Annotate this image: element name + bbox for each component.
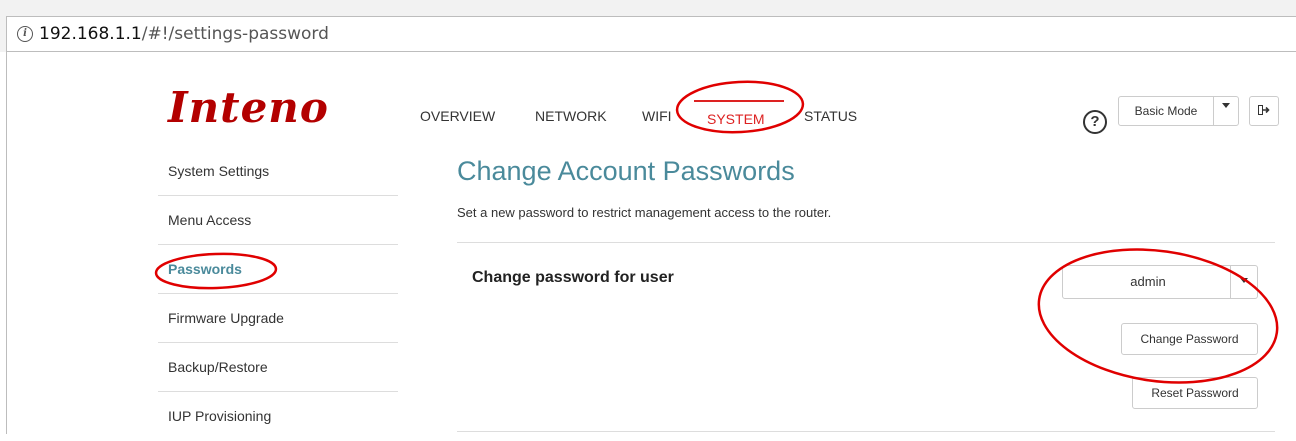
nav-system[interactable]: SYSTEM xyxy=(707,111,765,127)
nav-active-indicator xyxy=(694,100,784,102)
sidebar-item-menu-access[interactable]: Menu Access xyxy=(158,196,398,245)
sidebar-item-backup-restore[interactable]: Backup/Restore xyxy=(158,343,398,392)
mode-dropdown-toggle[interactable] xyxy=(1213,96,1239,126)
info-icon[interactable]: i xyxy=(17,26,33,42)
logout-icon xyxy=(1258,105,1270,116)
help-icon[interactable]: ? xyxy=(1083,110,1107,134)
divider xyxy=(457,431,1275,432)
logout-button[interactable] xyxy=(1249,96,1279,126)
nav-network[interactable]: NETWORK xyxy=(535,108,607,124)
page-description: Set a new password to restrict managemen… xyxy=(457,205,832,220)
url-host: 192.168.1.1 xyxy=(39,24,142,44)
reset-password-button[interactable]: Reset Password xyxy=(1132,377,1258,409)
nav-wifi[interactable]: WIFI xyxy=(642,108,672,124)
user-select-value: admin xyxy=(1130,274,1166,289)
divider xyxy=(457,242,1275,243)
page-title: Change Account Passwords xyxy=(457,156,795,186)
chevron-down-icon xyxy=(1222,103,1230,109)
sidebar-item-system-settings[interactable]: System Settings xyxy=(158,147,398,196)
sidebar-menu: System Settings Menu Access Passwords Fi… xyxy=(158,147,398,441)
change-password-button[interactable]: Change Password xyxy=(1121,323,1258,355)
chevron-down-icon xyxy=(1240,278,1248,284)
inteno-logo[interactable]: Inteno xyxy=(168,83,329,132)
url-field[interactable]: i 192.168.1.1/#!/settings-password xyxy=(6,16,1296,52)
user-select[interactable]: admin xyxy=(1062,265,1258,299)
sidebar-item-firmware-upgrade[interactable]: Firmware Upgrade xyxy=(158,294,398,343)
url-path: /#!/settings-password xyxy=(141,24,329,44)
sidebar-item-passwords[interactable]: Passwords xyxy=(158,245,398,294)
nav-overview[interactable]: OVERVIEW xyxy=(420,108,495,124)
user-select-toggle[interactable] xyxy=(1230,266,1257,298)
mode-button[interactable]: Basic Mode xyxy=(1118,96,1214,126)
change-password-label: Change password for user xyxy=(472,269,674,286)
annotation-ellipse-user-controls xyxy=(1037,248,1279,384)
nav-status[interactable]: STATUS xyxy=(804,108,857,124)
page-frame-border xyxy=(6,52,7,434)
browser-address-bar: i 192.168.1.1/#!/settings-password xyxy=(0,0,1296,52)
